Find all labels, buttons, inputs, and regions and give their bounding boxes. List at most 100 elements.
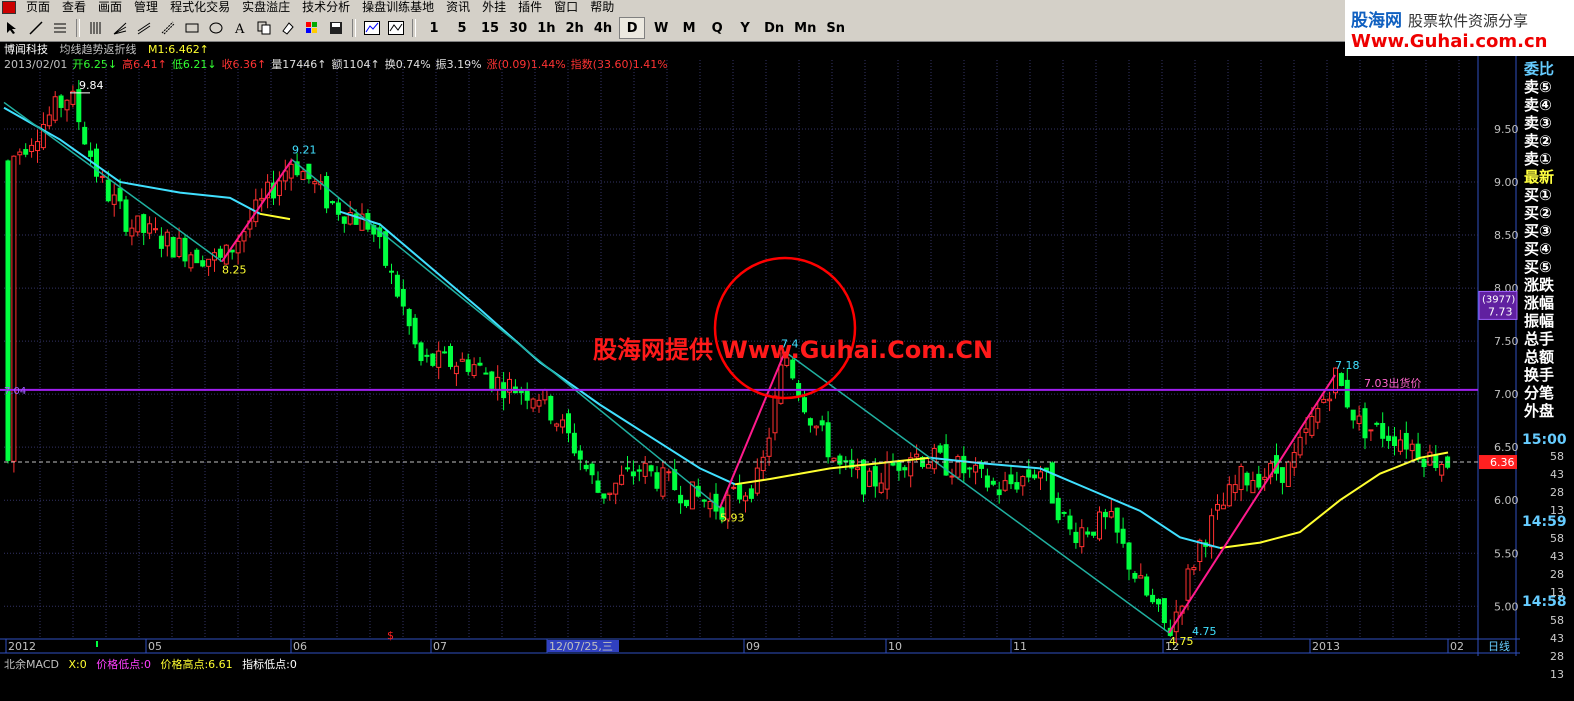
- quote-panel-item[interactable]: 分笔: [1520, 384, 1574, 402]
- period-1m[interactable]: 1: [422, 18, 446, 38]
- line-draw-icon[interactable]: [26, 18, 46, 38]
- crosshair-count: (3977): [1482, 294, 1515, 305]
- candle-body: [40, 123, 46, 149]
- logo-url: Www.Guhai.com.cn: [1351, 31, 1548, 52]
- quote-panel-item[interactable]: 振幅: [1520, 312, 1574, 330]
- bar-grid-icon[interactable]: [86, 18, 106, 38]
- menu-view[interactable]: 查看: [56, 0, 92, 15]
- candle-body: [5, 160, 11, 461]
- candle-body: [642, 462, 648, 477]
- quote-panel-item[interactable]: 买③: [1520, 222, 1574, 240]
- menu-training[interactable]: 操盘训练基地: [356, 0, 440, 15]
- x-tick-label: 02: [1450, 640, 1464, 653]
- fan-line-icon[interactable]: [110, 18, 130, 38]
- candle-body: [701, 499, 707, 502]
- menu-tech-analysis[interactable]: 技术分析: [296, 0, 356, 15]
- x-tick-label: 10: [888, 640, 902, 653]
- quote-panel-item[interactable]: 卖④: [1520, 96, 1574, 114]
- candle-body: [925, 463, 931, 469]
- app-icon[interactable]: [2, 1, 16, 14]
- menu-window[interactable]: 窗口: [548, 0, 584, 15]
- indicator-label[interactable]: 北余MACD: [4, 658, 59, 671]
- chart-type-icon[interactable]: [362, 18, 382, 38]
- quote-panel-item[interactable]: 卖①: [1520, 150, 1574, 168]
- period-month[interactable]: M: [677, 18, 701, 38]
- period-dn[interactable]: Dn: [761, 18, 787, 38]
- sell-price-annotation: 7.03出货价: [1364, 376, 1422, 390]
- period-week[interactable]: W: [649, 18, 673, 38]
- quote-panel-item[interactable]: 买④: [1520, 240, 1574, 258]
- menu-help[interactable]: 帮助: [584, 0, 620, 15]
- menu-page[interactable]: 页面: [20, 0, 56, 15]
- period-quarter[interactable]: Q: [705, 18, 729, 38]
- candle-body: [330, 201, 335, 204]
- candle-body: [158, 235, 164, 249]
- quote-panel-item[interactable]: 买①: [1520, 186, 1574, 204]
- quote-panel-item[interactable]: 委比: [1520, 60, 1574, 78]
- parallel-line-icon[interactable]: [134, 18, 154, 38]
- indicator-name: 均线趋势返折线: [59, 43, 137, 56]
- quote-panel-item[interactable]: 总额: [1520, 348, 1574, 366]
- period-5m[interactable]: 5: [450, 18, 474, 38]
- period-2h[interactable]: 2h: [563, 18, 587, 38]
- quote-panel-item[interactable]: 卖⑤: [1520, 78, 1574, 96]
- channel-line-icon[interactable]: [158, 18, 178, 38]
- quote-panel-item[interactable]: 最新: [1520, 168, 1574, 186]
- sell-price-label: 7.04: [4, 386, 26, 397]
- m1-value: M1:6.462↑: [148, 43, 209, 56]
- candle-body: [1303, 428, 1309, 433]
- candle-body: [94, 148, 99, 177]
- candle-body: [524, 390, 530, 401]
- candle-body: [1102, 511, 1108, 518]
- price-point-label: 7.18: [1335, 359, 1360, 372]
- candle-body: [1439, 464, 1445, 476]
- candle-body: [577, 450, 583, 460]
- period-sn[interactable]: Sn: [823, 18, 848, 38]
- period-day[interactable]: D: [619, 17, 646, 39]
- ellipse-icon[interactable]: [206, 18, 226, 38]
- period-1h[interactable]: 1h: [534, 18, 558, 38]
- text-tool-icon[interactable]: A: [230, 18, 250, 38]
- y-tick-label: 7.50: [1494, 335, 1519, 348]
- menu-plugin-ext[interactable]: 外挂: [476, 0, 512, 15]
- candle-body: [878, 482, 884, 493]
- period-year[interactable]: Y: [733, 18, 757, 38]
- save-icon[interactable]: [326, 18, 346, 38]
- cursor-icon[interactable]: [2, 18, 22, 38]
- quote-panel-item[interactable]: 总手: [1520, 330, 1574, 348]
- candlestick-chart[interactable]: 9.509.008.508.007.507.006.506.005.505.00…: [0, 56, 1520, 656]
- menu-news[interactable]: 资讯: [440, 0, 476, 15]
- candle-body: [902, 467, 908, 471]
- candle-body: [11, 155, 17, 462]
- quote-panel-item[interactable]: 涨幅: [1520, 294, 1574, 312]
- eraser-icon[interactable]: [278, 18, 298, 38]
- quote-panel-item[interactable]: 外盘: [1520, 402, 1574, 420]
- rectangle-icon[interactable]: [182, 18, 202, 38]
- quote-panel-item[interactable]: 买②: [1520, 204, 1574, 222]
- color-palette-icon[interactable]: [302, 18, 322, 38]
- ma-line-cyan: [3, 106, 261, 215]
- candle-body: [1232, 484, 1238, 494]
- quote-panel-item[interactable]: 买⑤: [1520, 258, 1574, 276]
- trend-icon[interactable]: [386, 18, 406, 38]
- quote-panel-item[interactable]: 卖③: [1520, 114, 1574, 132]
- list-icon[interactable]: [50, 18, 70, 38]
- copy-icon[interactable]: [254, 18, 274, 38]
- y-tick-label: 5.00: [1494, 600, 1519, 613]
- period-mn[interactable]: Mn: [791, 18, 819, 38]
- menu-program-trading[interactable]: 程式化交易: [164, 0, 236, 15]
- menu-manage[interactable]: 管理: [128, 0, 164, 15]
- candle-body: [707, 500, 713, 510]
- candle-body: [235, 240, 241, 254]
- quote-panel-item[interactable]: 换手: [1520, 366, 1574, 384]
- candle-body: [58, 95, 64, 108]
- menu-plugins[interactable]: 插件: [512, 0, 548, 15]
- menu-canvas[interactable]: 画面: [92, 0, 128, 15]
- menu-realtime[interactable]: 实盘溢庄: [236, 0, 296, 15]
- quote-panel-item[interactable]: 卖②: [1520, 132, 1574, 150]
- period-4h[interactable]: 4h: [591, 18, 615, 38]
- period-30m[interactable]: 30: [506, 18, 530, 38]
- period-15m[interactable]: 15: [478, 18, 502, 38]
- quote-panel-item[interactable]: 涨跌: [1520, 276, 1574, 294]
- candle-body: [630, 471, 636, 477]
